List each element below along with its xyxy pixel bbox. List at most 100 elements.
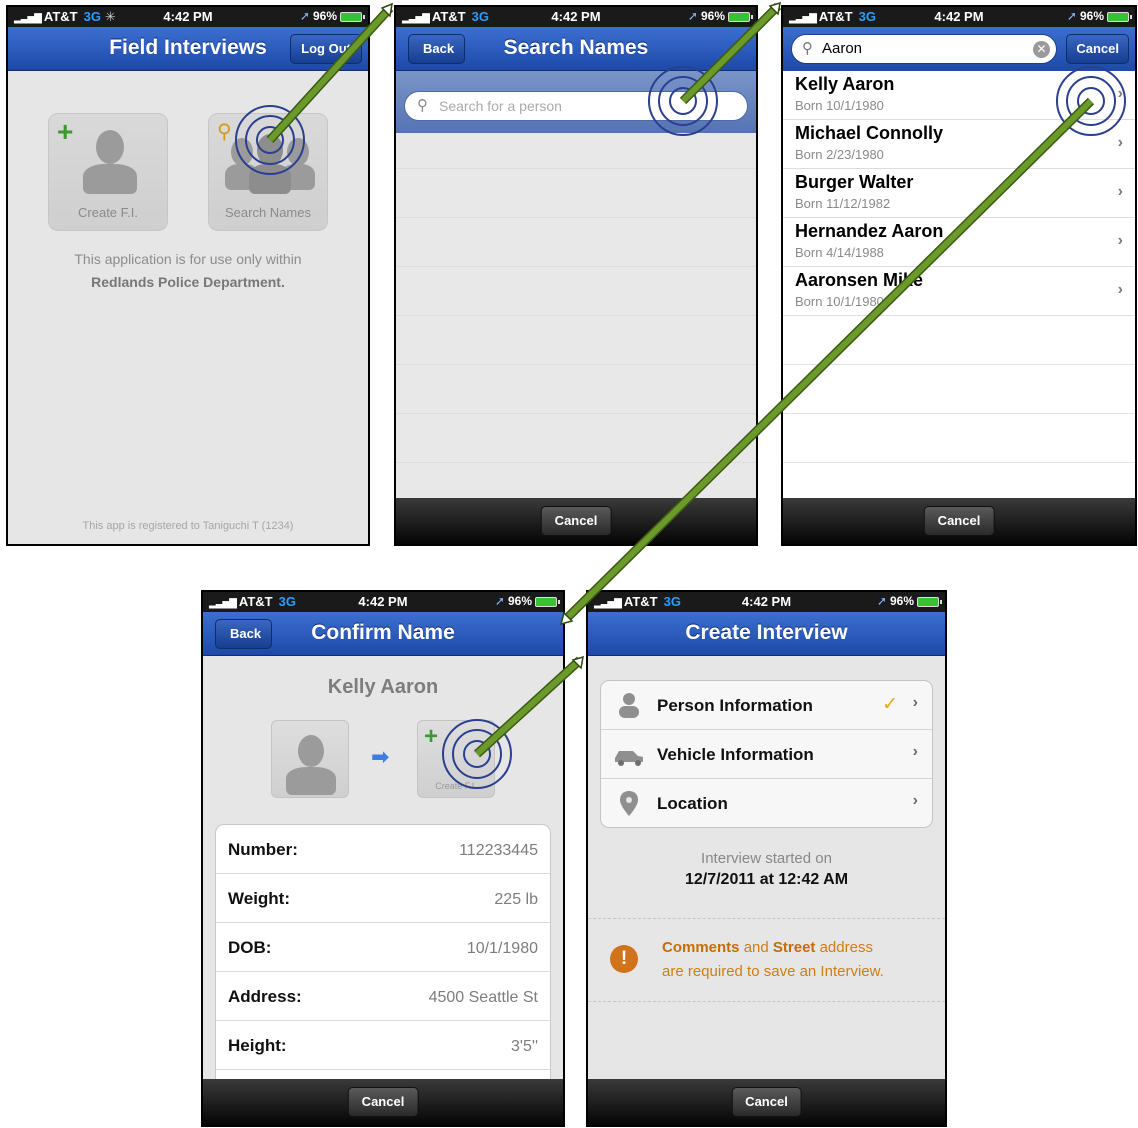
location-icon: ➚ — [1066, 9, 1077, 23]
battery-icon — [340, 11, 365, 22]
result-name: Michael Connolly — [795, 123, 944, 143]
detail-row: Height: 3'5'' — [216, 1021, 550, 1070]
bottom-toolbar: Cancel — [396, 498, 756, 544]
screen-field-interviews: ▂▃▅▇ AT&T 3G ✳ 4:42 PM ➚ 96% Field Intervie… — [6, 5, 370, 546]
plus-icon: + — [424, 723, 439, 750]
validation-warning: ! Comments and Street address are requir… — [588, 918, 945, 1002]
result-born: Born 4/14/1988 — [795, 245, 884, 260]
result-name: Aaronsen Mike — [795, 270, 924, 290]
usage-notice-line1: This application is for use only within — [74, 251, 302, 267]
detail-row: DOB: 10/1/1980 — [216, 923, 550, 972]
search-icon: ⚲ — [802, 40, 813, 57]
result-born: Born 10/1/1980 — [795, 98, 884, 113]
plus-icon: + — [57, 116, 74, 147]
search-query: Aaron — [822, 40, 863, 57]
screen-search-results: ▂▃▅▇ AT&T 3G 4:42 PM ➚ 96% ⚲ Aaron ✕ Cance… — [781, 5, 1137, 546]
battery-icon — [535, 596, 560, 607]
search-bar: ⚲ Search for a person — [396, 71, 756, 133]
battery-icon — [728, 11, 753, 22]
screen-create-interview: ▂▃▅▇ AT&T 3G 4:42 PM ➚ 96% Create Intervie… — [586, 590, 947, 1127]
result-row[interactable]: Michael Connolly Born 2/23/1980 › — [783, 120, 1135, 169]
empty-row — [783, 414, 1135, 463]
navigation-bar: Back Search Names — [396, 27, 756, 71]
cancel-button[interactable]: Cancel — [540, 506, 612, 536]
navigation-bar: Back Confirm Name — [203, 612, 563, 656]
person-silhouette-icon — [83, 130, 137, 194]
arrowhead-icon — [571, 655, 584, 670]
usage-notice-line2: Redlands Police Department. — [91, 274, 285, 290]
result-row[interactable]: Aaronsen Mike Born 10/1/1980 › — [783, 267, 1135, 316]
bottom-toolbar: Cancel — [203, 1079, 563, 1125]
cancel-button[interactable]: Cancel — [923, 506, 995, 536]
screen-search-names: ▂▃▅▇ AT&T 3G 4:42 PM ➚ 96% Back Search Nam… — [394, 5, 758, 546]
row-vehicle-information[interactable]: Vehicle Information › — [601, 730, 932, 779]
battery-icon — [917, 596, 942, 607]
result-row[interactable]: Kelly Aaron Born 10/1/1980 › — [783, 71, 1135, 120]
chevron-right-icon: › — [1117, 85, 1123, 102]
result-row[interactable]: Burger Walter Born 11/12/1982 › — [783, 169, 1135, 218]
search-icon: ⚲ — [417, 97, 428, 114]
chevron-right-icon: › — [912, 743, 918, 760]
registration-note: This app is registered to Taniguchi T (1… — [82, 520, 294, 532]
create-fi-tile[interactable]: + Create F.I. — [48, 113, 168, 231]
row-person-information[interactable]: Person Information ✓ › — [601, 681, 932, 730]
person-photo — [271, 720, 349, 798]
result-name: Kelly Aaron — [795, 74, 895, 94]
confirm-content: Kelly Aaron ➡ + Create F.I. Number: 11223… — [203, 656, 563, 1125]
results-area — [396, 71, 756, 544]
search-names-tile[interactable]: ⚲ Search Names — [208, 113, 328, 231]
status-bar: ▂▃▅▇ AT&T 3G 4:42 PM ➚ 96% — [203, 592, 563, 612]
checkmark-icon: ✓ — [882, 694, 898, 715]
car-icon — [615, 751, 643, 766]
chevron-right-icon: › — [1117, 281, 1123, 298]
chevron-right-icon: › — [912, 792, 918, 809]
cancel-search-button[interactable]: Cancel — [1066, 34, 1129, 64]
map-pin-icon — [620, 791, 638, 816]
interview-content: Person Information ✓ › Vehicle Informati… — [588, 656, 945, 1125]
row-location[interactable]: Location › — [601, 779, 932, 827]
bottom-toolbar: Cancel — [783, 498, 1135, 544]
warning-text: Comments and Street address are required… — [662, 939, 884, 980]
status-bar: ▂▃▅▇ AT&T 3G 4:42 PM ➚ 96% — [588, 592, 945, 612]
result-name: Hernandez Aaron — [795, 221, 944, 241]
arrowhead-icon — [380, 2, 393, 18]
home-content: + Create F.I. ⚲ Search Names This applic… — [8, 71, 368, 544]
chevron-right-icon: › — [1117, 183, 1123, 200]
create-fi-button[interactable]: + Create F.I. — [417, 720, 495, 798]
detail-row: Weight: 225 lb — [216, 874, 550, 923]
search-navigation-bar: ⚲ Aaron ✕ Cancel — [783, 27, 1135, 71]
person-icon — [619, 693, 639, 718]
location-icon: ➚ — [687, 9, 698, 23]
result-born: Born 2/23/1980 — [795, 147, 884, 162]
row-label: Vehicle Information — [657, 745, 814, 764]
results-list: Kelly Aaron Born 10/1/1980 › Michael Con… — [783, 71, 1135, 544]
cancel-button[interactable]: Cancel — [347, 1087, 419, 1117]
create-fi-label: Create F.I. — [435, 781, 477, 791]
status-bar: ▂▃▅▇ AT&T 3G 4:42 PM ➚ 96% — [396, 7, 756, 27]
empty-row — [783, 365, 1135, 414]
search-names-label: Search Names — [225, 205, 311, 220]
screen-confirm-name: ▂▃▅▇ AT&T 3G 4:42 PM ➚ 96% Back Confirm Na… — [201, 590, 565, 1127]
empty-row — [783, 316, 1135, 365]
group-silhouette-icon — [225, 134, 315, 194]
location-icon: ➚ — [494, 594, 505, 608]
page-title: Confirm Name — [311, 621, 455, 644]
chevron-right-icon: › — [1117, 232, 1123, 249]
navigation-bar: Create Interview — [588, 612, 945, 656]
search-input[interactable]: ⚲ Aaron ✕ — [791, 34, 1057, 64]
logout-button[interactable]: Log Out — [290, 34, 362, 64]
arrow-right-icon: ➡ — [371, 744, 390, 769]
result-row[interactable]: Hernandez Aaron Born 4/14/1988 › — [783, 218, 1135, 267]
person-name: Kelly Aaron — [327, 676, 439, 698]
location-icon: ➚ — [299, 9, 310, 23]
search-input[interactable]: ⚲ Search for a person — [404, 91, 748, 121]
clear-search-icon[interactable]: ✕ — [1033, 41, 1050, 58]
bottom-toolbar: Cancel — [588, 1079, 945, 1125]
page-title: Search Names — [503, 36, 649, 59]
chevron-right-icon: › — [1117, 134, 1123, 151]
navigation-bar: Field Interviews Log Out — [8, 27, 368, 71]
detail-row: Number: 112233445 — [216, 825, 550, 874]
arrowhead-icon — [768, 1, 781, 16]
cancel-button[interactable]: Cancel — [731, 1087, 802, 1117]
interview-sections: Person Information ✓ › Vehicle Informati… — [600, 680, 933, 828]
